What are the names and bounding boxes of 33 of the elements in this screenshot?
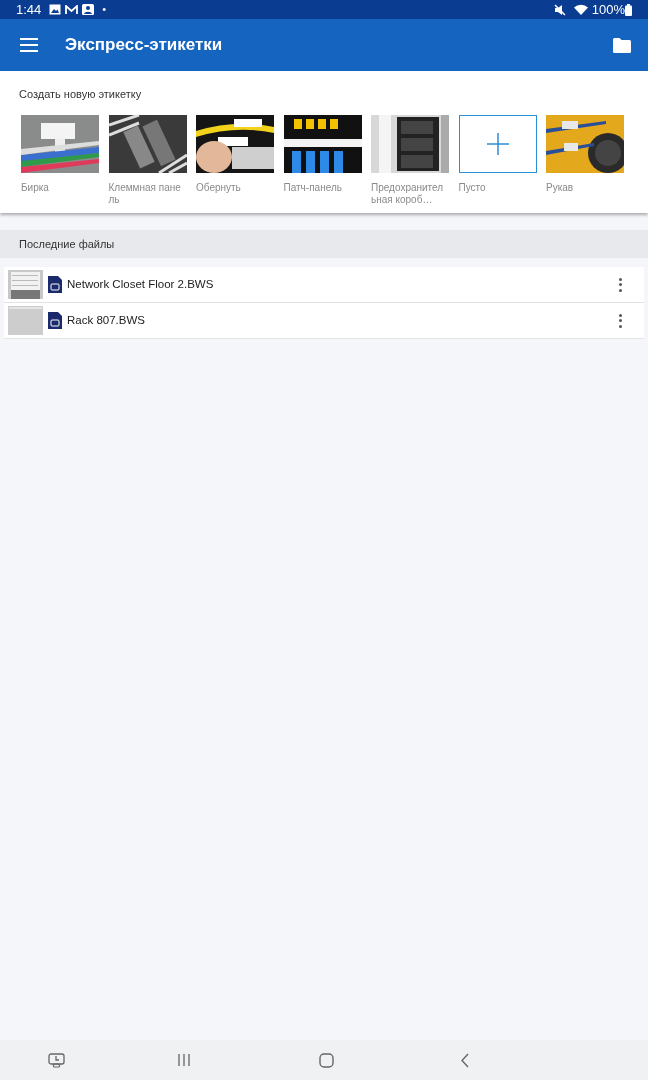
plus-icon	[486, 132, 509, 155]
image-icon	[49, 4, 62, 15]
file-name: Network Closet Floor 2.BWS	[67, 276, 214, 292]
template-label: Пусто	[458, 181, 487, 194]
blank-template[interactable]	[458, 114, 537, 173]
clock: 1:44	[16, 0, 42, 19]
screenshot-button[interactable]	[48, 1052, 65, 1068]
home-button[interactable]	[319, 1052, 334, 1068]
template-label: Предохранительная короб…	[371, 181, 445, 206]
section-title: Создать новую этикетку	[19, 87, 143, 102]
battery-percent: 100%	[591, 0, 625, 19]
mail-icon	[65, 4, 79, 15]
section-title: Последние файлы	[19, 236, 115, 252]
notification-dot: •	[102, 2, 107, 18]
recent-apps-button[interactable]	[177, 1053, 191, 1067]
file-icon	[48, 276, 62, 293]
template-label: Бирка	[21, 181, 50, 194]
battery-icon	[625, 3, 632, 16]
mute-icon	[553, 3, 566, 16]
folder-button[interactable]	[613, 37, 631, 53]
back-button[interactable]	[460, 1052, 470, 1068]
app-title: Экспресс-этикетки	[65, 34, 223, 57]
menu-button[interactable]	[20, 38, 38, 52]
file-row[interactable]: Rack 807.BWS	[4, 303, 644, 339]
file-row[interactable]: Network Closet Floor 2.BWS	[4, 267, 644, 303]
template-label: Рукав	[546, 181, 575, 194]
file-name: Rack 807.BWS	[67, 312, 145, 328]
template-label: Патч-панель	[283, 181, 343, 194]
file-icon	[48, 312, 62, 329]
notification-icon	[82, 4, 95, 15]
template-label: Клеммная панель	[108, 181, 182, 206]
wifi-icon	[573, 4, 588, 15]
template-label: Обернуть	[196, 181, 242, 194]
